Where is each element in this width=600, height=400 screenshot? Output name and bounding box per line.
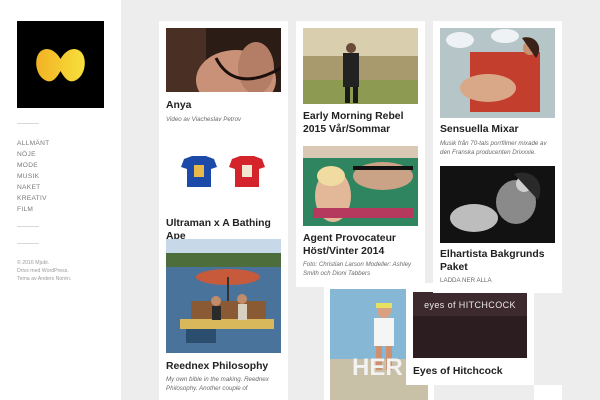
- post-excerpt-anya: Video av Viacheslav Petrov: [166, 116, 242, 123]
- post-image-anya[interactable]: [166, 28, 281, 92]
- nav-item-kreativ[interactable]: Kreativ: [17, 193, 50, 204]
- hitchcock-image-text: eyes of HITCHCOCK: [424, 300, 516, 310]
- powered-by-link[interactable]: Drivs med WordPress.: [17, 267, 107, 275]
- divider: [17, 243, 39, 244]
- sidebar-footer: © 2016 Mjukt. Drivs med WordPress. Tema …: [17, 259, 107, 283]
- post-image-early-morning-rebel[interactable]: [303, 28, 418, 104]
- logo-mark-icon: [36, 48, 85, 82]
- post-image-redneck[interactable]: [166, 239, 281, 353]
- post-title-redneck[interactable]: Reednex Philosophy: [166, 361, 281, 374]
- site-logo[interactable]: [17, 21, 104, 108]
- post-column-3: Sensuella Mixar Musik från 70-tals porrf…: [433, 21, 562, 293]
- nav-item-noje[interactable]: Nöje: [17, 149, 50, 160]
- post-title-sensuella-mixar[interactable]: Sensuella Mixar: [440, 124, 558, 137]
- copyright-text: © 2016 Mjukt.: [17, 260, 50, 266]
- svg-text:HER: HER: [352, 354, 403, 381]
- post-excerpt-elhartista: LADDA NER ALLA: [440, 277, 492, 284]
- sidebar: Allmänt Nöje Mode Musik Naket Kreativ Fi…: [0, 0, 121, 400]
- post-title-hitchcock[interactable]: Eyes of Hitchcock: [413, 366, 534, 379]
- post-image-elhartista[interactable]: [440, 166, 555, 243]
- theme-credit-link[interactable]: Tema av Anders Norén.: [17, 275, 107, 283]
- nav-item-allmant[interactable]: Allmänt: [17, 138, 50, 149]
- nav-item-naket[interactable]: Naket: [17, 182, 50, 193]
- post-column-2: Early Morning Rebel 2015 Vår/Sommar Agen…: [296, 21, 425, 287]
- post-title-early-morning-rebel[interactable]: Early Morning Rebel 2015 Vår/Sommar: [303, 111, 423, 136]
- post-excerpt-agent-provocateur: Foto: Christian Larson Modeller: Ashley …: [303, 261, 412, 277]
- post-card-partial: [534, 385, 562, 400]
- divider: [17, 123, 39, 124]
- post-title-anya[interactable]: Anya: [166, 100, 281, 113]
- post-image-hitchcock[interactable]: eyes of HITCHCOCK: [413, 292, 527, 358]
- post-excerpt-sensuella-mixar: Musik från 70-tals porrfilmer mixade av …: [440, 140, 547, 156]
- nav-item-film[interactable]: Film: [17, 204, 50, 215]
- post-card-hitchcock: eyes of HITCHCOCK Eyes of Hitchcock: [406, 285, 534, 385]
- post-title-elhartista[interactable]: Elhartista Bakgrunds Paket: [440, 249, 558, 274]
- sidebar-nav: Allmänt Nöje Mode Musik Naket Kreativ Fi…: [17, 138, 50, 215]
- post-excerpt-redneck: My own bible in the making. Reednex Phil…: [166, 376, 269, 392]
- nav-item-musik[interactable]: Musik: [17, 171, 50, 182]
- post-title-agent-provocateur[interactable]: Agent Provocateur Höst/Vinter 2014: [303, 233, 421, 258]
- divider: [17, 226, 39, 227]
- post-image-ultraman[interactable]: [166, 149, 281, 197]
- nav-item-mode[interactable]: Mode: [17, 160, 50, 171]
- post-image-sensuella-mixar[interactable]: [440, 28, 555, 118]
- post-column-1: Anya Video av Viacheslav Petrov Ultraman…: [159, 21, 288, 400]
- post-image-agent-provocateur[interactable]: [303, 146, 418, 226]
